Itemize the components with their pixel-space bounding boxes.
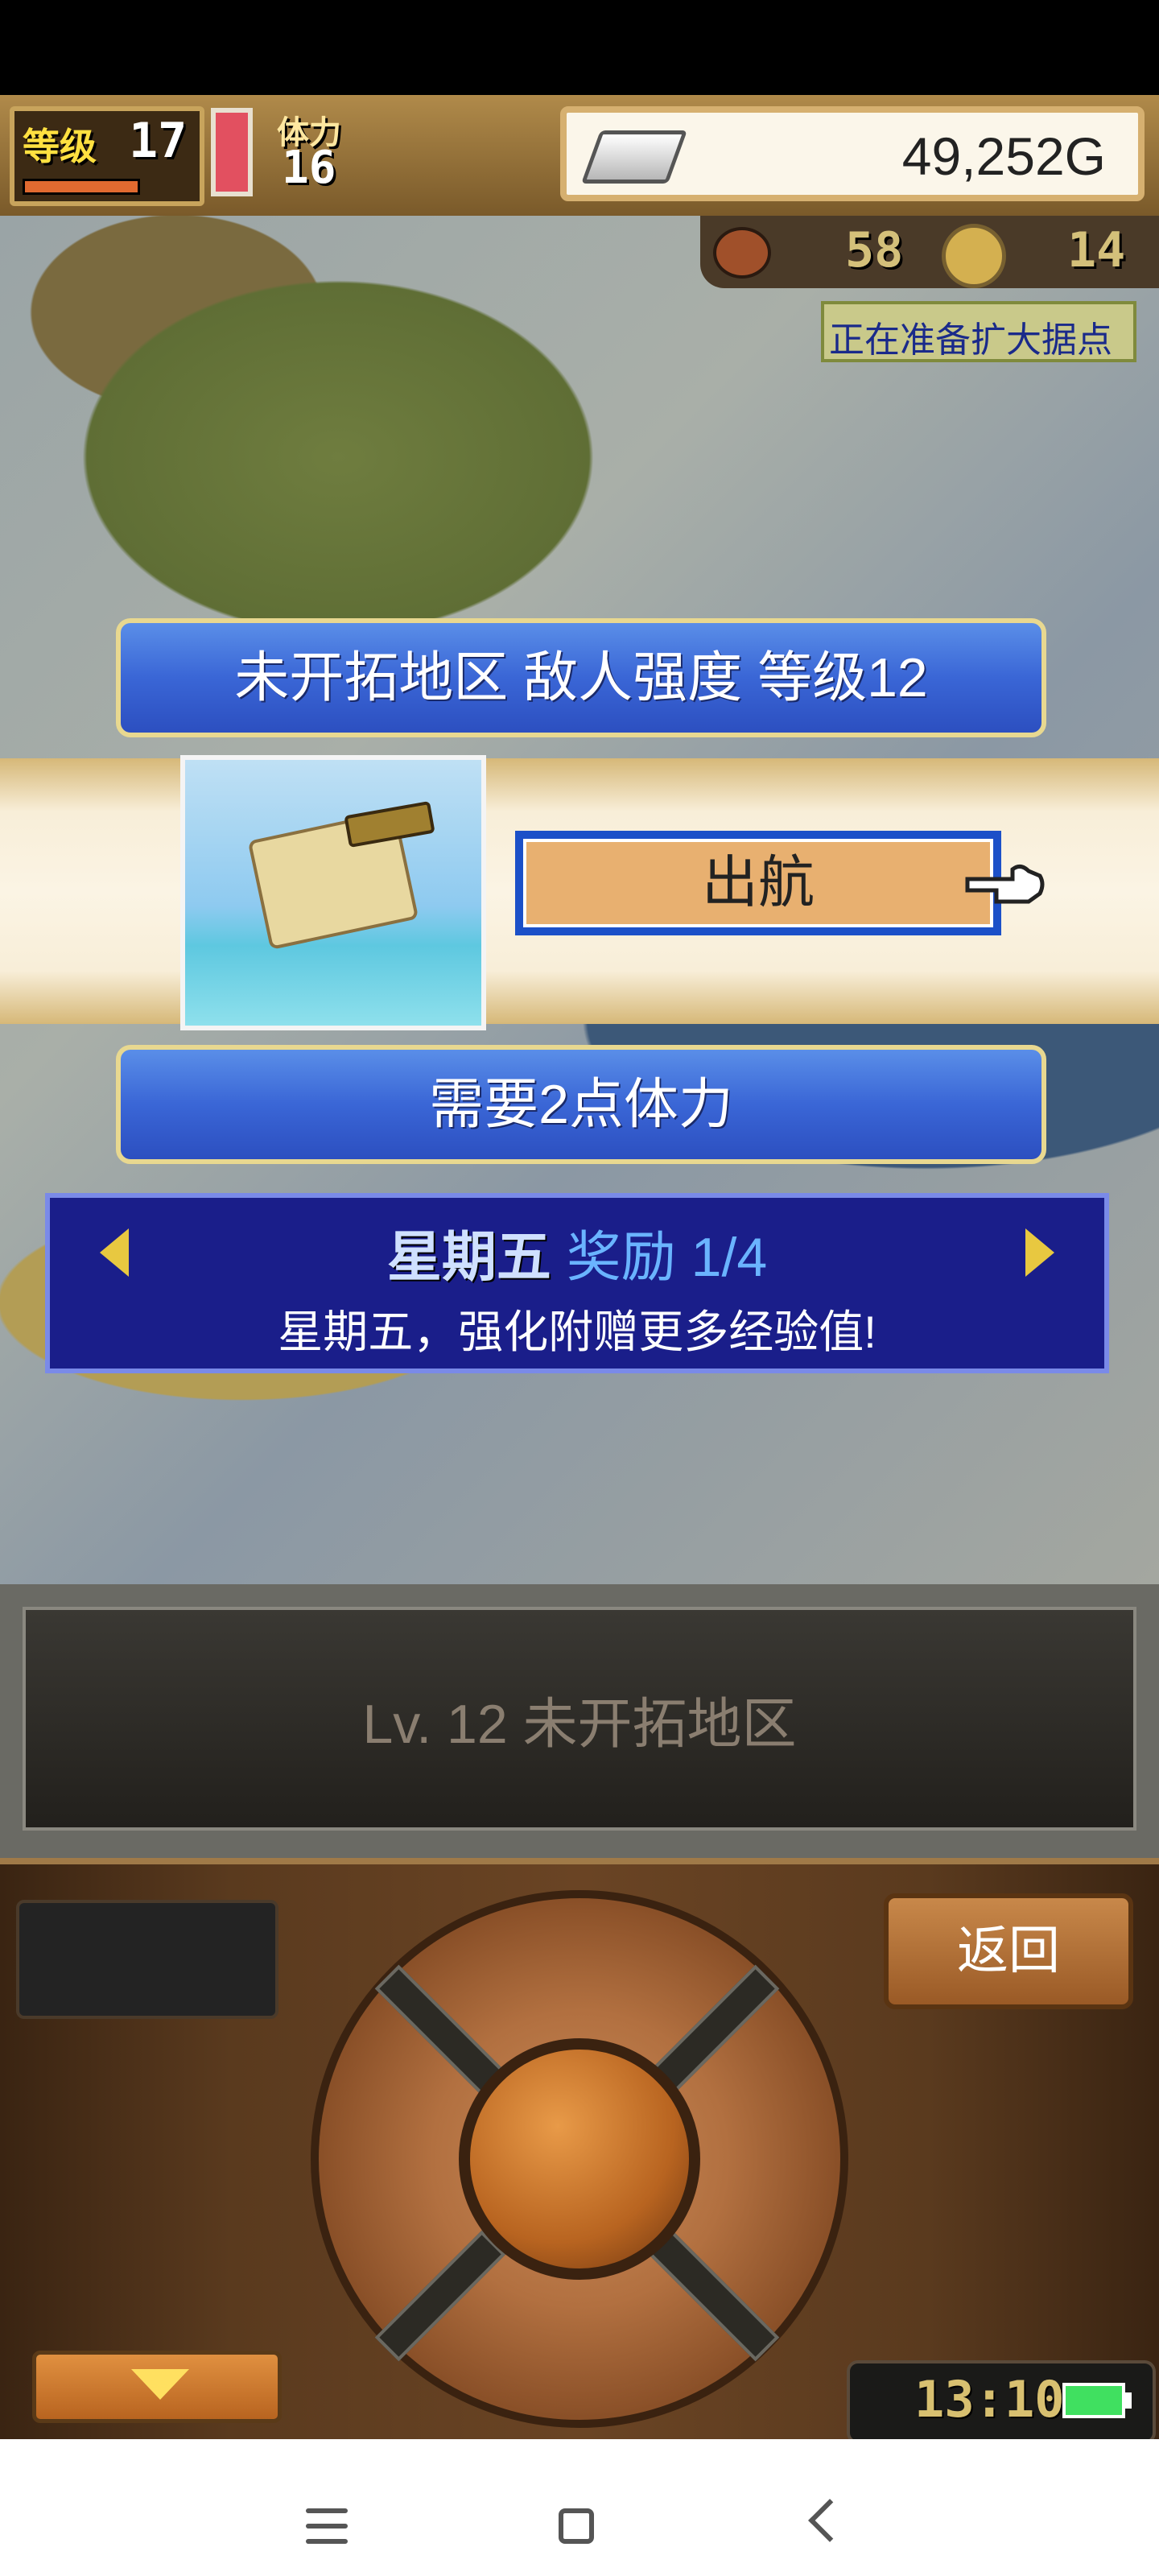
battery-icon	[1062, 2383, 1125, 2418]
coin-icon	[942, 224, 1006, 288]
clock-display: 13:10	[847, 2360, 1156, 2444]
battery-tip	[1125, 2392, 1132, 2409]
level-box: 等级 17	[10, 106, 204, 206]
arrow-down-icon	[131, 2369, 189, 2400]
exp-bar	[23, 179, 140, 195]
food-value: 58	[845, 222, 904, 279]
bonus-title: 星期五 奖励 1/4	[50, 1212, 1104, 1292]
gold-value: 49,252G	[901, 126, 1106, 186]
status-badge-text: 正在准备扩大据点	[829, 320, 1112, 360]
arrow-right-icon[interactable]	[1025, 1228, 1054, 1277]
gold-box: 49,252G	[560, 106, 1145, 201]
bonus-description: 星期五，强化附赠更多经验值!	[278, 1307, 876, 1357]
dpad[interactable]	[311, 1890, 848, 2428]
back-button[interactable]: 返回	[884, 1893, 1133, 2009]
clock-time: 13:10	[914, 2370, 1065, 2429]
dpad-center-button[interactable]	[459, 2038, 700, 2280]
silver-bar-icon	[580, 130, 688, 184]
status-badge: 正在准备扩大据点	[821, 301, 1136, 362]
sail-button-label: 出航	[523, 839, 993, 927]
home-icon[interactable]	[559, 2508, 594, 2544]
info-frame: Lv. 12 未开拓地区	[0, 1584, 1159, 1858]
stamina-cost-banner: 需要2点体力	[116, 1045, 1046, 1164]
stamina-value: 16	[282, 142, 336, 194]
area-thumbnail	[180, 755, 486, 1030]
dpad-separator	[648, 1964, 780, 2096]
meat-icon	[713, 227, 771, 279]
hud-bar: 等级 17 体力 16 49,252G	[0, 95, 1159, 221]
stamina-gauge	[211, 108, 253, 196]
area-banner: 未开拓地区 敌人强度 等级12	[116, 618, 1046, 737]
info-panel: Lv. 12 未开拓地区	[23, 1607, 1136, 1831]
coin-value: 14	[1067, 222, 1126, 279]
level-label: 等级	[23, 125, 97, 168]
bonus-day: 星期五	[386, 1227, 551, 1288]
dpad-separator	[648, 2230, 780, 2362]
sail-button[interactable]: 出航	[515, 831, 1001, 935]
controller-panel: 返回 13:10	[0, 1858, 1159, 2446]
recent-apps-icon[interactable]	[306, 2508, 348, 2544]
resource-bar: 58 14	[700, 216, 1159, 288]
menu-toggle-button[interactable]	[32, 2351, 282, 2423]
back-icon[interactable]	[808, 2499, 852, 2542]
empty-slot	[16, 1900, 278, 2019]
dpad-separator	[374, 2230, 506, 2362]
area-level-text: Lv. 12 未开拓地区	[362, 1694, 797, 1755]
system-nav-bar	[0, 2439, 1159, 2576]
status-bar	[0, 0, 1159, 95]
pointing-hand-icon	[965, 865, 1045, 904]
dpad-separator	[374, 1964, 506, 2096]
bonus-reward: 奖励 1/4	[566, 1227, 768, 1288]
level-value: 17	[129, 113, 188, 169]
daily-bonus-panel: 星期五 奖励 1/4 星期五，强化附赠更多经验值!	[45, 1193, 1109, 1373]
